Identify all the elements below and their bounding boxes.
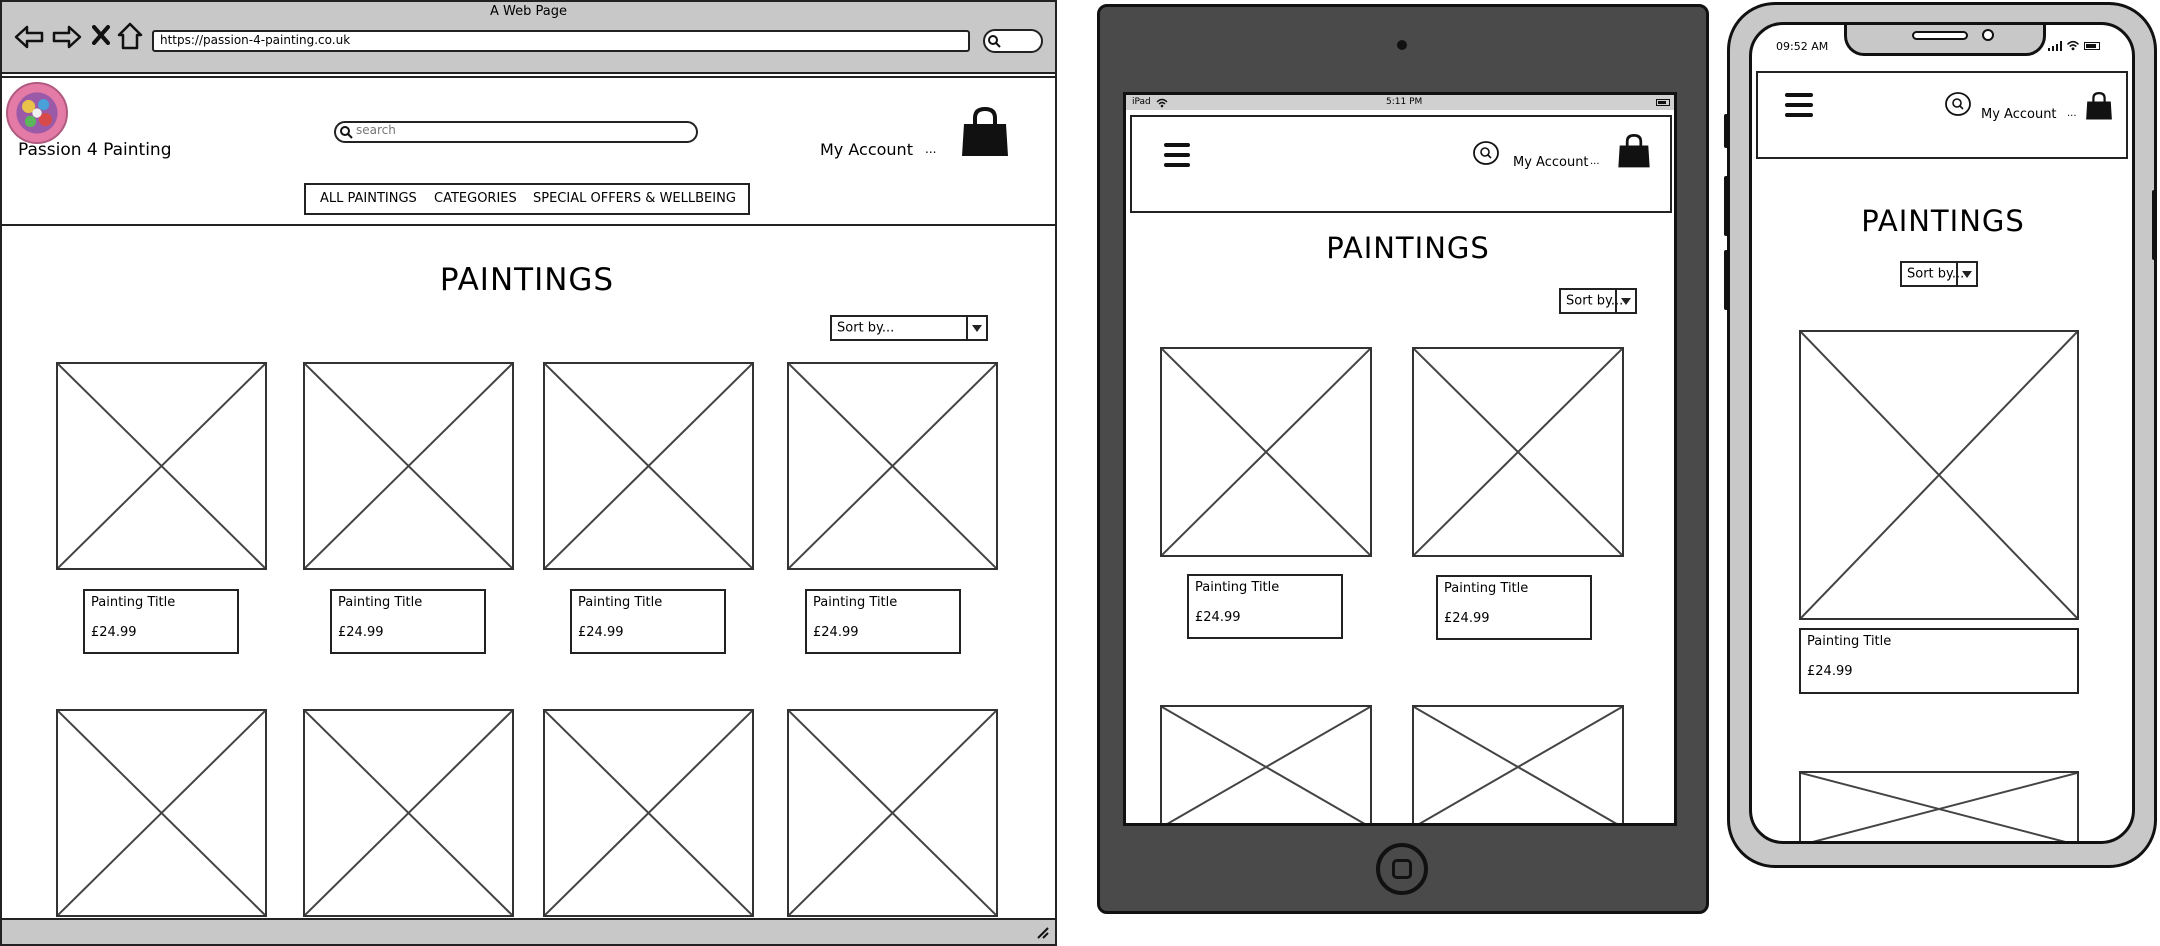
tablet-status-left: iPad: [1132, 97, 1151, 107]
product-price: £24.99: [338, 625, 384, 640]
product-card[interactable]: Painting Title £24.99: [1436, 575, 1592, 640]
hamburger-menu-icon[interactable]: [1785, 93, 1813, 117]
product-image[interactable]: [1160, 347, 1372, 557]
battery-icon: [2084, 42, 2100, 50]
product-price: £24.99: [1807, 664, 1853, 679]
product-image[interactable]: [56, 362, 267, 570]
product-image[interactable]: [1412, 705, 1624, 823]
signal-icon: [2048, 41, 2062, 51]
search-icon: [340, 126, 353, 139]
product-card[interactable]: Painting Title £24.99: [805, 589, 961, 654]
phone-front-camera: [1982, 29, 1994, 41]
home-icon[interactable]: [117, 22, 143, 50]
phone-volume-down[interactable]: [1724, 250, 1729, 310]
nav-all-paintings[interactable]: ALL PAINTINGS: [320, 191, 417, 206]
phone-speaker: [1912, 31, 1968, 40]
back-arrow-icon[interactable]: [14, 24, 44, 50]
phone-volume-up[interactable]: [1724, 176, 1729, 236]
page-title: PAINTINGS: [1326, 231, 1490, 265]
wifi-icon: [2066, 40, 2080, 51]
product-title: Painting Title: [578, 595, 663, 610]
tablet-status-time: 5:11 PM: [1386, 97, 1423, 107]
product-price: £24.99: [1444, 611, 1490, 626]
sort-label: Sort by...: [837, 320, 895, 336]
phone-power-button[interactable]: [2152, 190, 2157, 260]
shopping-bag-icon[interactable]: [2085, 91, 2113, 121]
product-image[interactable]: [1160, 705, 1372, 823]
nav-special-offers[interactable]: SPECIAL OFFERS & WELLBEING: [533, 191, 736, 206]
stop-x-icon[interactable]: [92, 25, 110, 45]
product-title: Painting Title: [813, 595, 898, 610]
product-image[interactable]: [303, 362, 514, 570]
sort-select[interactable]: Sort by...: [1559, 288, 1637, 314]
desktop-browser-window: A Web Page https://passion-4-painting.co…: [0, 0, 1057, 946]
product-price: £24.99: [1195, 610, 1241, 625]
product-card[interactable]: Painting Title £24.99: [570, 589, 726, 654]
product-image[interactable]: [1799, 771, 2079, 841]
product-title: Painting Title: [338, 595, 423, 610]
tablet-camera: [1397, 40, 1407, 50]
chevron-down-icon: [1956, 263, 1976, 285]
browser-status-bar: [0, 918, 1057, 946]
page-title: PAINTINGS: [1861, 204, 2025, 238]
resize-grip-icon[interactable]: [1034, 924, 1050, 940]
product-image[interactable]: [1799, 330, 2079, 620]
product-image[interactable]: [787, 362, 998, 570]
phone-screen: 09:52 AM My Account ... PAINTINGS Sort b…: [1749, 22, 2135, 844]
search-icon[interactable]: [1472, 140, 1500, 166]
my-account-link[interactable]: My Account: [820, 140, 913, 159]
brand-name[interactable]: Passion 4 Painting: [18, 140, 172, 160]
search-icon[interactable]: [1944, 91, 1972, 117]
site-logo[interactable]: [6, 82, 68, 144]
product-price: £24.99: [813, 625, 859, 640]
product-title: Painting Title: [1444, 581, 1529, 596]
product-price: £24.99: [91, 625, 137, 640]
more-label: ...: [2067, 108, 2077, 119]
product-image[interactable]: [56, 709, 267, 917]
product-card[interactable]: Painting Title £24.99: [1799, 628, 2079, 694]
tablet-home-button-inner: [1392, 859, 1412, 879]
chevron-down-icon: [1615, 290, 1635, 312]
sort-select[interactable]: Sort by...: [1900, 261, 1978, 287]
product-image[interactable]: [787, 709, 998, 917]
chevron-down-icon: [966, 317, 986, 339]
sort-select[interactable]: Sort by...: [830, 315, 988, 341]
phone-status-time: 09:52 AM: [1776, 40, 1829, 53]
my-account-link[interactable]: My Account: [1981, 107, 2057, 122]
url-text: https://passion-4-painting.co.uk: [160, 33, 351, 47]
product-image[interactable]: [303, 709, 514, 917]
phone-side-button[interactable]: [1724, 114, 1729, 148]
product-price: £24.99: [578, 625, 624, 640]
product-title: Painting Title: [1195, 580, 1280, 595]
product-card[interactable]: Painting Title £24.99: [1187, 574, 1343, 639]
product-title: Painting Title: [1807, 634, 1892, 649]
wifi-icon: [1156, 98, 1168, 108]
more-label: ...: [1590, 156, 1600, 167]
product-card[interactable]: Painting Title £24.99: [330, 589, 486, 654]
hamburger-menu-icon[interactable]: [1164, 143, 1190, 167]
shopping-bag-icon[interactable]: [960, 106, 1010, 158]
more-label: ...: [925, 142, 937, 156]
nav-categories[interactable]: CATEGORIES: [434, 191, 517, 206]
battery-icon: [1656, 99, 1670, 106]
product-image[interactable]: [1412, 347, 1624, 557]
browser-search-icon: [988, 35, 1001, 48]
forward-arrow-icon[interactable]: [52, 24, 82, 50]
product-title: Painting Title: [91, 595, 176, 610]
product-card[interactable]: Painting Title £24.99: [83, 589, 239, 654]
my-account-link[interactable]: My Account: [1513, 155, 1589, 170]
product-image[interactable]: [543, 709, 754, 917]
tablet-screen: iPad 5:11 PM My Account ... PAINTINGS So…: [1123, 92, 1677, 826]
search-placeholder: search: [356, 123, 396, 137]
shopping-bag-icon[interactable]: [1617, 133, 1651, 169]
product-image[interactable]: [543, 362, 754, 570]
page-title: PAINTINGS: [439, 262, 615, 298]
window-title: A Web Page: [490, 4, 567, 19]
